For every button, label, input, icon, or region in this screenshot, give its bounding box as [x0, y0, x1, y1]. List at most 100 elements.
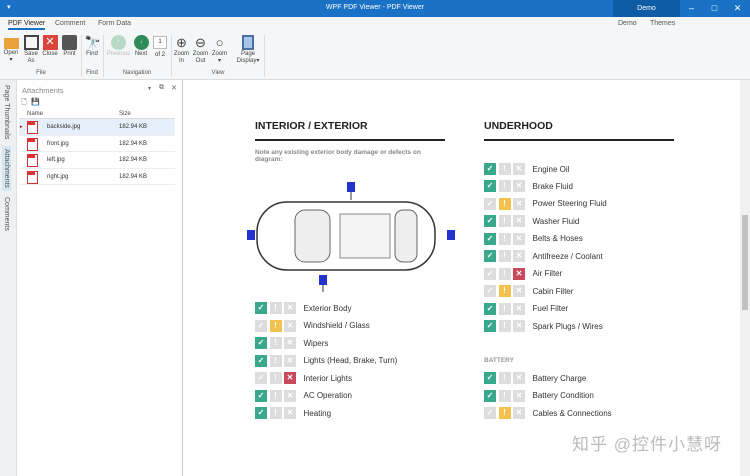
zoom-out-button[interactable]: ⊖Zoom Out — [192, 35, 209, 65]
fail-icon[interactable]: ✕ — [513, 163, 525, 175]
panel-title: Attachments — [22, 86, 64, 95]
check-icon[interactable]: ✓ — [255, 337, 267, 349]
page-display-button[interactable]: Page Display▾ — [236, 35, 260, 65]
check-icon[interactable]: ✓ — [484, 198, 496, 210]
warning-icon[interactable]: ! — [499, 372, 511, 384]
fail-icon[interactable]: ✕ — [513, 180, 525, 192]
check-icon[interactable]: ✓ — [484, 163, 496, 175]
panel-close-icon[interactable]: ✕ — [171, 84, 177, 92]
zoom-button[interactable]: ○Zoom ▾ — [211, 35, 228, 65]
check-icon[interactable]: ✓ — [255, 407, 267, 419]
warning-icon[interactable]: ! — [270, 337, 282, 349]
pin-icon[interactable]: ▾ — [148, 85, 151, 92]
warning-icon[interactable]: ! — [499, 390, 511, 402]
fail-icon[interactable]: ✕ — [513, 320, 525, 332]
table-row[interactable]: front.jpg182.94 KB — [19, 136, 175, 153]
print-button[interactable]: Print — [61, 35, 78, 58]
check-icon[interactable]: ✓ — [255, 355, 267, 367]
find-button[interactable]: 🔭Find — [84, 35, 100, 58]
check-icon[interactable]: ✓ — [484, 180, 496, 192]
vertical-scrollbar[interactable] — [740, 80, 750, 476]
check-icon[interactable]: ✓ — [255, 302, 267, 314]
warning-icon[interactable]: ! — [499, 285, 511, 297]
fail-icon[interactable]: ✕ — [284, 302, 296, 314]
check-icon[interactable]: ✓ — [255, 320, 267, 332]
fail-icon[interactable]: ✕ — [284, 337, 296, 349]
save-attachment-icon[interactable]: 💾 — [31, 98, 40, 106]
open-attachment-icon[interactable]: 🗋 — [21, 98, 27, 109]
check-icon[interactable]: ✓ — [484, 268, 496, 280]
damage-note: Note any existing exterior body damage o… — [255, 149, 445, 163]
fail-icon[interactable]: ✕ — [513, 250, 525, 262]
check-icon[interactable]: ✓ — [255, 372, 267, 384]
warning-icon[interactable]: ! — [499, 407, 511, 419]
table-row[interactable]: left.jpg182.94 KB — [19, 152, 175, 169]
warning-icon[interactable]: ! — [270, 407, 282, 419]
car-diagram[interactable] — [245, 180, 465, 298]
check-icon[interactable]: ✓ — [484, 320, 496, 332]
fail-icon[interactable]: ✕ — [284, 355, 296, 367]
zoom-in-button[interactable]: ⊕Zoom In — [173, 35, 190, 65]
warning-icon[interactable]: ! — [499, 268, 511, 280]
fail-icon[interactable]: ✕ — [284, 320, 296, 332]
column-name[interactable]: Name — [27, 111, 43, 117]
fail-icon[interactable]: ✕ — [513, 198, 525, 210]
tab-page-thumbnails[interactable]: Page Thumbnails — [2, 82, 11, 142]
close-icon[interactable]: ✕ — [726, 0, 749, 17]
demo-link[interactable]: Demo — [618, 20, 637, 27]
next-button[interactable]: ↓Next — [133, 35, 149, 58]
fail-icon[interactable]: ✕ — [284, 390, 296, 402]
check-icon[interactable]: ✓ — [255, 390, 267, 402]
tab-form-data[interactable]: Form Data — [98, 20, 131, 27]
warning-icon[interactable]: ! — [499, 198, 511, 210]
warning-icon[interactable]: ! — [499, 320, 511, 332]
themes-link[interactable]: Themes — [650, 20, 675, 27]
check-icon[interactable]: ✓ — [484, 250, 496, 262]
warning-icon[interactable]: ! — [499, 163, 511, 175]
fail-icon[interactable]: ✕ — [513, 268, 525, 280]
maximize-icon[interactable]: □ — [703, 0, 726, 17]
previous-button[interactable]: ↑Previous — [106, 35, 131, 58]
fail-icon[interactable]: ✕ — [513, 372, 525, 384]
check-icon[interactable]: ✓ — [484, 390, 496, 402]
check-icon[interactable]: ✓ — [484, 372, 496, 384]
check-icon[interactable]: ✓ — [484, 407, 496, 419]
warning-icon[interactable]: ! — [270, 320, 282, 332]
tab-comments[interactable]: Comments — [2, 194, 11, 234]
table-row[interactable]: ▸backside.jpg182.94 KB — [19, 119, 175, 136]
warning-icon[interactable]: ! — [499, 180, 511, 192]
fail-icon[interactable]: ✕ — [284, 372, 296, 384]
fail-icon[interactable]: ✕ — [513, 215, 525, 227]
open-button[interactable]: Open ▾ — [3, 35, 19, 64]
check-icon[interactable]: ✓ — [484, 303, 496, 315]
close-button[interactable]: ✕Close — [42, 35, 58, 58]
column-size[interactable]: Size — [119, 111, 131, 117]
warning-icon[interactable]: ! — [270, 390, 282, 402]
tab-comment[interactable]: Comment — [55, 20, 85, 27]
table-row[interactable]: right.jpg182.94 KB — [19, 169, 175, 186]
warning-icon[interactable]: ! — [499, 233, 511, 245]
fail-icon[interactable]: ✕ — [513, 233, 525, 245]
fail-icon[interactable]: ✕ — [513, 407, 525, 419]
tab-attachments[interactable]: Attachments — [2, 146, 11, 191]
save-as-button[interactable]: Save As — [22, 35, 40, 65]
scrollbar-thumb[interactable] — [742, 215, 748, 310]
fail-icon[interactable]: ✕ — [513, 390, 525, 402]
warning-icon[interactable]: ! — [499, 303, 511, 315]
minimize-icon[interactable]: – — [680, 0, 703, 17]
fail-icon[interactable]: ✕ — [513, 303, 525, 315]
warning-icon[interactable]: ! — [270, 372, 282, 384]
demo-tab[interactable]: Demo — [613, 0, 680, 17]
check-icon[interactable]: ✓ — [484, 215, 496, 227]
float-icon[interactable]: ⧉ — [159, 84, 164, 92]
warning-icon[interactable]: ! — [499, 215, 511, 227]
fail-icon[interactable]: ✕ — [513, 285, 525, 297]
warning-icon[interactable]: ! — [270, 302, 282, 314]
check-icon[interactable]: ✓ — [484, 233, 496, 245]
warning-icon[interactable]: ! — [270, 355, 282, 367]
fail-icon[interactable]: ✕ — [284, 407, 296, 419]
tab-pdf-viewer[interactable]: PDF Viewer — [8, 20, 45, 30]
page-number-input[interactable]: 1 — [153, 36, 167, 49]
check-icon[interactable]: ✓ — [484, 285, 496, 297]
warning-icon[interactable]: ! — [499, 250, 511, 262]
